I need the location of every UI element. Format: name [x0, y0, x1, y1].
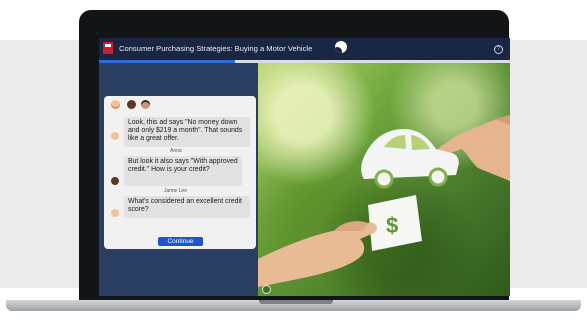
- dollar-bill-icon: $: [368, 195, 422, 251]
- chat-message: But look it also says "With approved cre…: [124, 156, 242, 186]
- speaker-name: Jamie Lee: [164, 188, 188, 194]
- continue-button[interactable]: Continue: [158, 237, 203, 246]
- speaker-face-icon: [111, 177, 119, 185]
- help-icon[interactable]: ?: [494, 45, 503, 54]
- chat-message: What's considered an excellent credit sc…: [124, 196, 250, 218]
- speaker-face-icon: [111, 209, 119, 217]
- brand-mark-icon: [335, 41, 347, 53]
- chat-message: Look, this ad says "No money down and on…: [124, 117, 250, 147]
- avatar-dark: [127, 100, 136, 109]
- speaker-face-icon: [111, 132, 119, 140]
- avatar-brown: [141, 100, 150, 109]
- avatar-blonde: [111, 100, 120, 109]
- publisher-logo-icon: [103, 42, 113, 54]
- lesson-title: Consumer Purchasing Strategies: Buying a…: [119, 44, 313, 53]
- laptop-hinge-notch: [259, 300, 333, 304]
- conversation-panel: Look, this ad says "No money down and on…: [99, 63, 258, 296]
- car-money-exchange-illustration: $: [258, 115, 510, 287]
- dollar-sign: $: [386, 213, 398, 238]
- lesson-photo: $: [258, 63, 510, 296]
- speaker-name: Anna: [170, 148, 182, 154]
- app-topbar: Consumer Purchasing Strategies: Buying a…: [99, 38, 510, 60]
- car-icon: [361, 129, 459, 189]
- app-screen: Consumer Purchasing Strategies: Buying a…: [99, 38, 510, 296]
- media-control-icon[interactable]: [262, 285, 271, 294]
- chat-card: Look, this ad says "No money down and on…: [104, 96, 256, 249]
